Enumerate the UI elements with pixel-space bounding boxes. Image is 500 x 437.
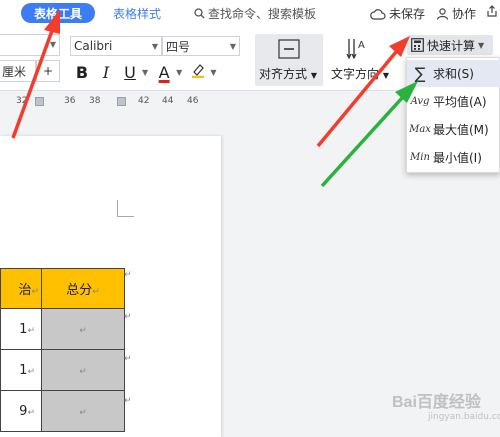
margin-corner-mark [117,200,134,217]
row-height-input[interactable]: ▼ [0,34,60,56]
unsaved-button[interactable]: 未保存 [370,5,425,22]
score-table[interactable]: 治↵ 总分↵ 1↵ ↵ 1↵ ↵ 9↵ ↵ [0,268,125,432]
svg-text:A: A [358,40,365,51]
chevron-down-icon[interactable]: ▼ [210,68,216,77]
tab-table-tools[interactable]: 表格工具 [21,3,95,23]
tab-bar: 表格工具 表格样式 查找命令、搜索模板 未保存 协作 [0,0,500,28]
share-button[interactable] [486,5,498,17]
width-input[interactable]: 厘米 [0,60,36,82]
row-end-mark: ↵ [124,270,132,280]
text-direction-label: 文字方向 ▼ [331,67,389,81]
collaborate-label: 协作 [452,7,477,21]
menu-item-average[interactable]: Avg 平均值(A) [407,88,500,115]
menu-item-min[interactable]: Min 最小值(I) [407,144,500,171]
format-group: B I U ▼ A ▼ ▼ [70,62,220,82]
row-end-mark: ↵ [124,312,132,322]
ruler-tick: 32 [16,96,28,106]
ruler-tick: 36 [64,96,76,106]
menu-item-sum[interactable]: ∑ 求和(S) [407,60,500,87]
command-search[interactable]: 查找命令、搜索模板 [194,5,316,22]
underline-button[interactable]: U [118,63,142,82]
chevron-down-icon[interactable]: ▼ [142,68,148,77]
row-end-mark: ↵ [124,354,132,364]
font-color-button[interactable]: A [152,63,176,82]
chevron-down-icon: ▼ [151,42,158,51]
alignment-button[interactable]: 对齐方式 ▼ [255,34,323,86]
highlighter-icon [192,64,205,79]
menu-item-label: 最小值(I) [433,151,482,165]
search-icon [194,8,205,19]
ruler-tick: 42 [138,96,150,106]
table-row: 1↵ ↵ [0,349,125,391]
unit-value: 厘米 [2,64,27,79]
chevron-down-icon: ▼ [229,42,236,51]
collaborate-button[interactable]: 协作 [436,5,476,22]
alignment-label: 对齐方式 ▼ [259,67,317,81]
text-direction-button[interactable]: A 文字方向 ▼ [330,34,389,86]
calculator-icon [411,38,424,52]
chevron-down-icon: ▼ [49,40,56,49]
font-name-select[interactable]: Calibri ▼ [70,36,162,56]
ruler-tick: 44 [162,96,174,106]
table-cell[interactable]: ↵ [41,308,125,350]
sum-icon: ∑ [414,64,426,83]
table-header-cell[interactable]: 治↵ [0,268,42,309]
menu-item-max[interactable]: Max 最大值(M) [407,116,500,143]
max-icon: Max [409,124,431,135]
user-icon [436,7,449,20]
quick-calc-label: 快速计算 [427,38,476,53]
green-arrow-sum [320,96,404,188]
chevron-down-icon: ▼ [478,40,485,50]
menu-item-label: 平均值(A) [433,95,487,109]
table-cell[interactable]: ↵ [41,390,125,432]
font-name-value: Calibri [74,39,113,53]
cloud-icon [370,8,386,20]
menu-item-label: 求和(S) [433,67,474,81]
alignment-icon [278,39,300,59]
bold-button[interactable]: B [70,63,94,82]
watermark-url: jingyan.baidu.com [428,412,500,422]
share-icon [487,5,497,17]
unsaved-label: 未保存 [389,7,426,21]
ruler-tick: 46 [187,96,199,106]
table-row: 9↵ ↵ [0,390,125,432]
document-page[interactable]: 治↵ 总分↵ 1↵ ↵ 1↵ ↵ 9↵ ↵ ↵ ↵ ↵ ↵ [0,136,221,437]
quick-calc-menu: ∑ 求和(S) Avg 平均值(A) Max 最大值(M) Min 最小值(I) [406,57,500,173]
table-row: 1↵ ↵ [0,308,125,350]
width-step-button[interactable]: + [36,60,60,82]
font-size-select[interactable]: 四号 ▼ [162,36,240,56]
search-placeholder: 查找命令、搜索模板 [208,7,317,21]
table-cell[interactable]: 1↵ [0,349,42,391]
font-size-value: 四号 [166,39,191,54]
table-header-row: 治↵ 总分↵ [0,268,125,309]
min-icon: Min [410,152,430,163]
row-end-mark: ↵ [124,396,132,406]
chevron-down-icon[interactable]: ▼ [176,68,182,77]
text-direction-icon: A [346,39,365,60]
ruler-tick: 38 [89,96,101,106]
average-icon: Avg [410,96,430,107]
quick-calc-button[interactable]: 快速计算 ▼ [407,35,493,55]
watermark-logo: Bai百度经验 [392,394,481,411]
highlight-button[interactable] [186,62,210,82]
tab-table-style[interactable]: 表格样式 [113,5,161,22]
menu-item-label: 最大值(M) [433,123,489,137]
table-cell[interactable]: 1↵ [0,308,42,350]
ruler-marker[interactable] [117,97,126,106]
ruler-marker[interactable] [35,97,44,106]
italic-button[interactable]: I [94,63,118,82]
table-cell[interactable]: 9↵ [0,390,42,432]
table-cell[interactable]: ↵ [41,349,125,391]
table-header-cell[interactable]: 总分↵ [41,268,125,309]
plus-icon: + [42,64,54,78]
